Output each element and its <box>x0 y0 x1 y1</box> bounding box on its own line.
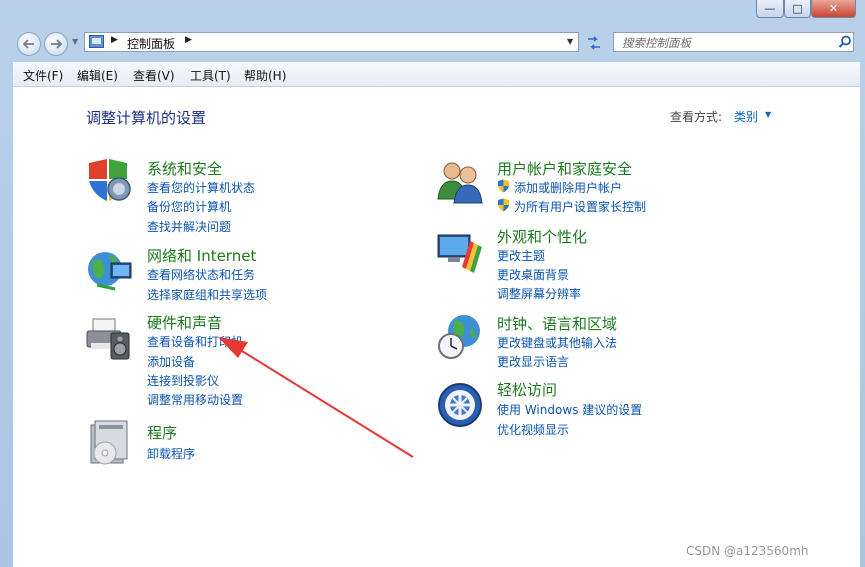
category-title-network-internet[interactable]: 网络和 Internet <box>147 245 256 266</box>
link-homegroup-sharing[interactable]: 选择家庭组和共享选项 <box>147 286 267 303</box>
category-title-clock-language-region[interactable]: 时钟、语言和区域 <box>497 313 617 334</box>
control-panel-window: — □ ✕ ▼ ▶ 控制面板 ▶ ▼ 搜索控制面板 文件(F) 编辑(E) 查看… <box>0 0 865 567</box>
ease-of-access-icon[interactable] <box>436 381 484 429</box>
users-icon[interactable] <box>436 157 484 205</box>
category-title-ease-of-access[interactable]: 轻松访问 <box>497 379 557 400</box>
link-parental-controls[interactable]: 为所有用户设置家长控制 <box>514 198 646 215</box>
title-bar: — □ ✕ <box>0 0 865 26</box>
link-devices-printers[interactable]: 查看设备和打印机 <box>147 333 243 350</box>
category-title-hardware-sound[interactable]: 硬件和声音 <box>147 312 222 333</box>
display-color-icon[interactable] <box>436 227 484 275</box>
menu-bar: 文件(F) 编辑(E) 查看(V) 工具(T) 帮助(H) <box>13 62 860 87</box>
link-windows-recommended-settings[interactable]: 使用 Windows 建议的设置 <box>497 401 642 418</box>
forward-button[interactable] <box>44 32 68 56</box>
uac-shield-icon <box>498 198 509 212</box>
address-dropdown-icon[interactable]: ▼ <box>567 37 573 46</box>
menu-edit[interactable]: 编辑(E) <box>77 67 118 84</box>
search-icon[interactable] <box>838 35 852 49</box>
view-by-label: 查看方式: <box>670 110 723 124</box>
watermark: CSDN @a123560mh <box>686 544 809 558</box>
breadcrumb-separator-icon[interactable]: ▶ <box>185 35 192 45</box>
page-title: 调整计算机的设置 <box>86 109 207 127</box>
maximize-button[interactable]: □ <box>784 0 811 18</box>
recent-pages-dropdown[interactable]: ▼ <box>72 37 78 46</box>
content-area: 调整计算机的设置 查看方式: 类别 ▼ 系统和安全 查看您的计算机状态 备份您的… <box>13 87 860 567</box>
link-connect-projector[interactable]: 连接到投影仪 <box>147 372 219 389</box>
back-button[interactable] <box>17 32 41 56</box>
menu-view[interactable]: 查看(V) <box>133 67 175 84</box>
forward-arrow-icon <box>51 39 62 49</box>
link-view-computer-status[interactable]: 查看您的计算机状态 <box>147 179 255 196</box>
link-network-status[interactable]: 查看网络状态和任务 <box>147 266 255 283</box>
link-add-remove-accounts[interactable]: 添加或删除用户帐户 <box>514 179 622 196</box>
system-security-shield-icon[interactable] <box>85 157 133 205</box>
link-optimize-display[interactable]: 优化视频显示 <box>497 421 569 438</box>
back-arrow-icon <box>23 39 34 49</box>
close-button[interactable]: ✕ <box>811 0 856 18</box>
view-by-dropdown-icon[interactable]: ▼ <box>765 110 771 119</box>
menu-tools[interactable]: 工具(T) <box>190 67 231 84</box>
refresh-button[interactable] <box>583 33 605 52</box>
uac-shield-icon <box>498 179 509 193</box>
link-change-keyboards[interactable]: 更改键盘或其他输入法 <box>497 334 617 351</box>
control-panel-icon <box>89 35 104 48</box>
link-change-theme[interactable]: 更改主题 <box>497 247 545 264</box>
link-troubleshoot[interactable]: 查找并解决问题 <box>147 218 231 235</box>
link-mobility-settings[interactable]: 调整常用移动设置 <box>147 391 243 408</box>
link-uninstall-program[interactable]: 卸载程序 <box>147 445 195 462</box>
link-backup-computer[interactable]: 备份您的计算机 <box>147 198 231 215</box>
menu-file[interactable]: 文件(F) <box>23 67 63 84</box>
menu-help[interactable]: 帮助(H) <box>244 67 286 84</box>
link-display-language[interactable]: 更改显示语言 <box>497 353 569 370</box>
breadcrumb-control-panel[interactable]: 控制面板 <box>127 35 175 52</box>
printer-speaker-icon[interactable] <box>85 313 133 361</box>
network-globe-icon[interactable] <box>85 245 133 293</box>
link-add-device[interactable]: 添加设备 <box>147 353 195 370</box>
refresh-icon <box>588 35 600 50</box>
minimize-button[interactable]: — <box>756 0 784 18</box>
category-title-user-accounts[interactable]: 用户帐户和家庭安全 <box>497 158 632 179</box>
address-bar[interactable]: ▶ 控制面板 ▶ ▼ <box>84 32 579 52</box>
category-title-appearance[interactable]: 外观和个性化 <box>497 226 587 247</box>
category-title-programs[interactable]: 程序 <box>147 422 177 443</box>
view-by-dropdown[interactable]: 类别 <box>734 108 758 125</box>
programs-disc-icon[interactable] <box>85 419 133 467</box>
link-screen-resolution[interactable]: 调整屏幕分辨率 <box>497 285 581 302</box>
breadcrumb-separator-icon[interactable]: ▶ <box>111 35 118 45</box>
search-input[interactable]: 搜索控制面板 <box>613 32 854 52</box>
link-desktop-background[interactable]: 更改桌面背景 <box>497 266 569 283</box>
clock-globe-icon[interactable] <box>436 313 484 361</box>
category-title-system-security[interactable]: 系统和安全 <box>147 158 222 179</box>
